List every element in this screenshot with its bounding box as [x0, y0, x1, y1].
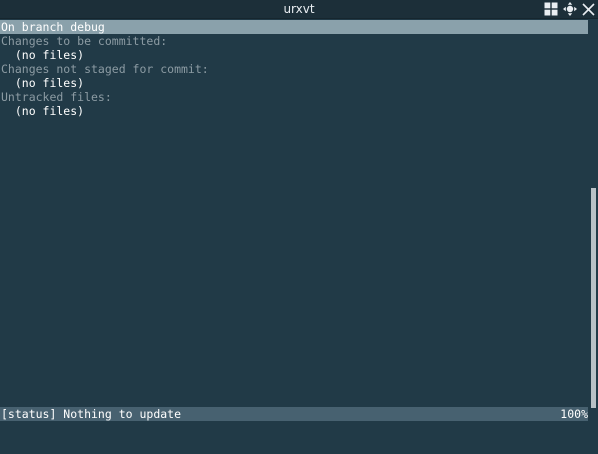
terminal-area[interactable]: On branch debug Changes to be committed:…: [0, 19, 598, 454]
list-item[interactable]: (no files): [1, 104, 84, 118]
move-icon[interactable]: [562, 2, 577, 17]
section-header-untracked[interactable]: Untracked files:: [1, 90, 112, 104]
window-titlebar: urxvt: [0, 0, 598, 19]
scrollbar[interactable]: [591, 188, 596, 408]
list-item[interactable]: (no files): [1, 76, 84, 90]
scroll-position: 100%: [560, 407, 588, 421]
window-controls: [543, 0, 596, 18]
list-item[interactable]: (no files): [1, 48, 84, 62]
branch-line[interactable]: On branch debug: [0, 20, 588, 34]
close-icon[interactable]: [581, 2, 596, 17]
section-header-staged[interactable]: Changes to be committed:: [1, 34, 167, 48]
statusbar: [status] Nothing to update 100%: [0, 407, 588, 421]
window-title: urxvt: [283, 2, 315, 16]
grid-icon[interactable]: [543, 2, 558, 17]
status-message: [status] Nothing to update: [1, 407, 182, 421]
section-header-unstaged[interactable]: Changes not staged for commit:: [1, 62, 209, 76]
